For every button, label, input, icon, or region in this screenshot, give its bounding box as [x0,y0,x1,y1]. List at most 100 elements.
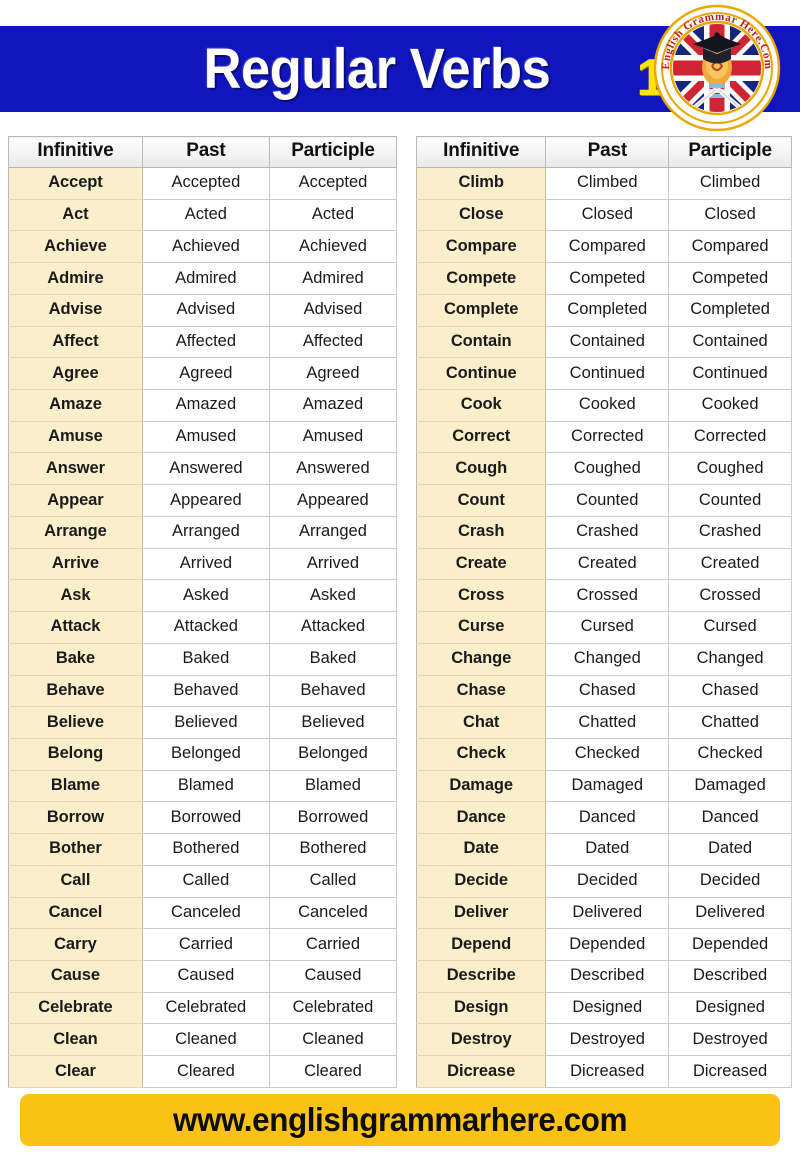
cell-infinitive: Amuse [8,420,143,454]
cell-infinitive: Complete [415,293,547,327]
verb-table-left: Infinitive Past Participle Accept Accepte… [8,136,398,1088]
cell-infinitive: Design [415,991,547,1025]
table-row: Dance Danced Danced [415,801,792,835]
cell-past: Completed [545,293,670,327]
cell-infinitive: Deliver [415,896,547,930]
table-row: Attack Attacked Attacked [8,611,398,644]
table-row: Describe Described Described [415,959,792,993]
cell-past: Cleaned [141,1023,270,1057]
cell-participle: Cleared [268,1055,398,1088]
cell-participle: Amused [268,420,398,454]
cell-participle: Cleaned [268,1023,398,1057]
table-row: Belong Belonged Belonged [8,737,398,771]
cell-infinitive: Belong [8,737,143,771]
cell-infinitive: Cause [8,959,143,993]
table-row: Chat Chatted Chatted [415,706,792,739]
verb-table-left-body: Accept Accepted Accepted Act Acted Acted Achie… [8,167,398,1088]
cell-infinitive: Climb [415,167,547,200]
cell-past: Admired [141,262,270,295]
table-row: Celebrate Celebrated Celebrated [8,991,398,1025]
footer-banner: www.englishgrammarhere.com [20,1094,780,1146]
cell-infinitive: Advise [8,293,143,327]
cell-participle: Described [668,959,792,993]
cell-past: Crossed [545,579,670,613]
cell-infinitive: Correct [415,420,547,454]
verb-table-right-body: Climb Climbed Climbed Close Closed Closed Comp… [415,167,792,1088]
table-row: Accept Accepted Accepted [8,167,398,200]
cell-participle: Blamed [268,769,398,803]
cell-past: Advised [141,293,270,327]
cell-infinitive: Clean [8,1023,143,1057]
cell-past: Cursed [545,611,670,644]
cell-participle: Decided [668,864,792,898]
table-row: Arrange Arranged Arranged [8,515,398,549]
cell-participle: Designed [668,991,792,1025]
cell-past: Described [545,959,670,993]
cell-past: Delivered [545,896,670,930]
cell-participle: Damaged [668,769,792,803]
cell-participle: Crossed [668,579,792,613]
cell-participle: Counted [668,484,792,517]
table-row: Dicrease Dicreased Dicreased [415,1055,792,1088]
cell-participle: Danced [668,801,792,835]
cell-past: Compared [545,230,670,264]
cell-past: Destroyed [545,1023,670,1057]
table-row: Advise Advised Advised [8,293,398,327]
cell-past: Cooked [545,389,670,422]
cell-participle: Arranged [268,515,398,549]
cell-past: Created [545,547,670,581]
table-row: Behave Behaved Behaved [8,674,398,708]
cell-past: Danced [545,801,670,835]
cell-infinitive: Appear [8,484,143,517]
cell-infinitive: Contain [415,325,547,359]
cell-past: Dicreased [545,1055,670,1088]
cell-past: Chased [545,674,670,708]
cell-infinitive: Behave [8,674,143,708]
table-row: Clean Cleaned Cleaned [8,1023,398,1057]
cell-participle: Chatted [668,706,792,739]
table-row: Answer Answered Answered [8,452,398,486]
verb-tables-container: Infinitive Past Participle Accept Accepte… [0,136,800,1088]
column-header-participle: Participle [668,136,792,168]
table-row: Chase Chased Chased [415,674,792,708]
table-row: Borrow Borrowed Borrowed [8,801,398,835]
cell-infinitive: Dicrease [415,1055,547,1088]
cell-infinitive: Call [8,864,143,898]
table-row: Admire Admired Admired [8,262,398,295]
cell-past: Contained [545,325,670,359]
cell-past: Canceled [141,896,270,930]
english-grammar-here-logo: English Grammar Here.Com [653,4,781,132]
cell-participle: Asked [268,579,398,613]
cell-past: Appeared [141,484,270,517]
table-row: Create Created Created [415,547,792,581]
cell-participle: Depended [668,928,792,961]
cell-infinitive: Arrange [8,515,143,549]
column-header-past: Past [141,136,270,168]
cell-past: Changed [545,642,670,676]
table-row: Complete Completed Completed [415,293,792,327]
table-row: Affect Affected Affected [8,325,398,359]
table-row: Blame Blamed Blamed [8,769,398,803]
cell-past: Designed [545,991,670,1025]
cell-infinitive: Accept [8,167,143,200]
table-row: Cross Crossed Crossed [415,579,792,613]
cell-past: Asked [141,579,270,613]
cell-participle: Affected [268,325,398,359]
table-row: Date Dated Dated [415,833,792,866]
cell-participle: Bothered [268,833,398,866]
cell-infinitive: Agree [8,357,143,391]
cell-participle: Advised [268,293,398,327]
cell-participle: Arrived [268,547,398,581]
cell-infinitive: Compare [415,230,547,264]
cell-past: Arranged [141,515,270,549]
cell-past: Achieved [141,230,270,264]
cell-participle: Destroyed [668,1023,792,1057]
cell-past: Crashed [545,515,670,549]
cell-participle: Admired [268,262,398,295]
cell-participle: Accepted [268,167,398,200]
cell-participle: Attacked [268,611,398,644]
table-row: Depend Depended Depended [415,928,792,961]
cell-past: Cleared [141,1055,270,1088]
cell-participle: Checked [668,737,792,771]
cell-participle: Corrected [668,420,792,454]
